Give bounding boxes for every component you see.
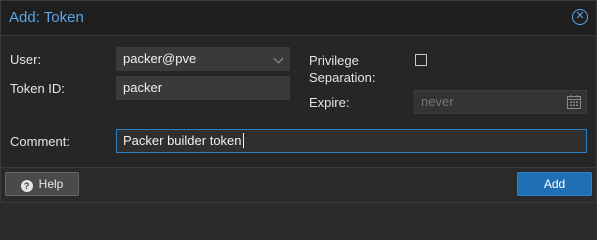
privilege-label-line2: Separation: xyxy=(309,70,376,85)
token-id-label: Token ID: xyxy=(10,81,65,96)
dialog-title: Add: Token xyxy=(9,9,84,26)
expire-label: Expire: xyxy=(309,95,350,110)
add-button[interactable]: Add xyxy=(517,172,592,196)
user-value: packer@pve xyxy=(123,51,197,66)
privilege-separation-label: Privilege Separation: xyxy=(309,52,376,86)
help-button-label: Help xyxy=(38,177,64,191)
token-id-input[interactable]: packer xyxy=(116,76,290,100)
expire-placeholder: never xyxy=(421,94,454,109)
dialog-footer: ? Help Add xyxy=(1,167,596,202)
help-button[interactable]: ? Help xyxy=(5,172,79,196)
text-cursor xyxy=(242,133,244,148)
comment-input[interactable]: Packer builder token xyxy=(116,129,587,153)
close-icon[interactable]: ✕ xyxy=(572,9,588,25)
expire-date-field[interactable]: never xyxy=(414,90,587,114)
question-circle-icon: ? xyxy=(20,180,33,192)
comment-value: Packer builder token xyxy=(123,133,242,148)
privilege-separation-checkbox[interactable] xyxy=(415,54,427,66)
token-id-value: packer xyxy=(123,80,163,95)
calendar-icon[interactable] xyxy=(566,94,582,110)
add-button-label: Add xyxy=(543,177,566,191)
chevron-down-icon[interactable] xyxy=(273,53,284,64)
privilege-label-line1: Privilege xyxy=(309,53,359,68)
user-label: User: xyxy=(10,52,42,67)
add-token-dialog: Add: Token ✕ User: packer@pve Token ID: … xyxy=(0,0,597,203)
user-select[interactable]: packer@pve xyxy=(116,47,290,71)
comment-label: Comment: xyxy=(10,134,70,149)
title-bar: Add: Token ✕ xyxy=(1,1,596,36)
